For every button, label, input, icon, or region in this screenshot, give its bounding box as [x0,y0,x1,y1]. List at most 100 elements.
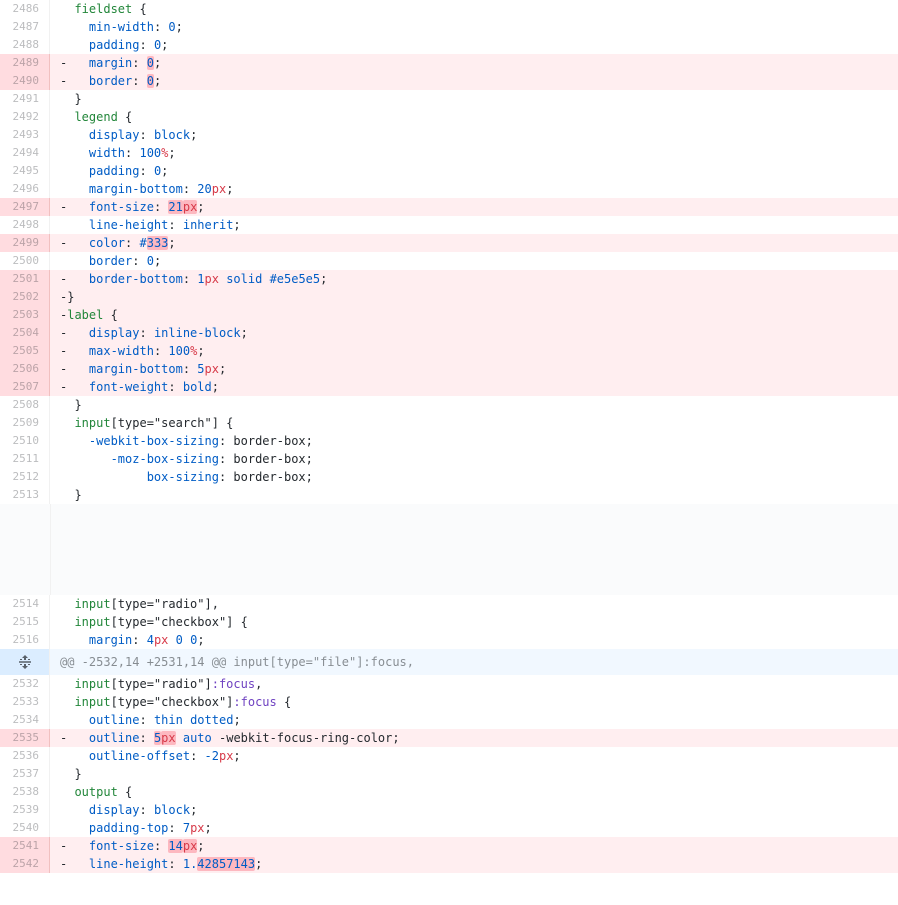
code-token: } [60,767,82,781]
code-content: padding: 0; [50,36,898,54]
code-content: - font-weight: bold; [50,378,898,396]
line-number[interactable]: 2510 [0,432,50,450]
line-number[interactable]: 2501 [0,270,50,288]
line-number[interactable]: 2492 [0,108,50,126]
line-number[interactable]: 2487 [0,18,50,36]
line-number[interactable]: 2509 [0,414,50,432]
line-number[interactable]: 2500 [0,252,50,270]
code-token: 100 [139,146,162,160]
diff-line-deleted: 2507- font-weight: bold; [0,378,898,396]
code-token: 1 [197,272,205,286]
line-number[interactable]: 2514 [0,595,50,613]
line-number[interactable]: 2542 [0,855,50,873]
line-number[interactable]: 2499 [0,234,50,252]
line-number[interactable]: 2496 [0,180,50,198]
code-token: - [60,200,75,214]
line-number[interactable]: 2495 [0,162,50,180]
code-token: - [60,362,75,376]
line-number[interactable]: 2505 [0,342,50,360]
line-number[interactable]: 2538 [0,783,50,801]
code-token: - [60,272,75,286]
code-token: padding [88,38,140,52]
code-token: ; [233,218,241,232]
line-number[interactable]: 2506 [0,360,50,378]
line-number[interactable]: 2494 [0,144,50,162]
code-content: padding: 0; [50,162,898,180]
line-number[interactable]: 2507 [0,378,50,396]
line-number[interactable]: 2534 [0,711,50,729]
line-number[interactable]: 2537 [0,765,50,783]
code-token: output [74,785,118,799]
code-token: 0 [146,56,154,70]
code-token: block [153,803,191,817]
line-number[interactable]: 2508 [0,396,50,414]
line-number[interactable]: 2512 [0,468,50,486]
code-content: outline: thin dotted; [50,711,898,729]
line-number[interactable]: 2540 [0,819,50,837]
code-token: - [60,56,75,70]
line-number[interactable]: 2502 [0,288,50,306]
unfold-icon[interactable] [0,649,50,675]
code-content: -moz-box-sizing: border-box; [50,450,898,468]
code-token: :focus [211,677,256,691]
code-token: - [60,326,75,340]
code-content: display: block; [50,801,898,819]
line-number[interactable]: 2511 [0,450,50,468]
code-token: ; [240,326,248,340]
diff-line: 2508 } [0,396,898,414]
line-number[interactable]: 2516 [0,631,50,649]
code-token: width [88,146,126,160]
code-content: } [50,486,898,504]
line-number[interactable]: 2533 [0,693,50,711]
line-number[interactable]: 2489 [0,54,50,72]
diff-line: 2514 input[type="radio"], [0,595,898,613]
diff-line-deleted: 2535- outline: 5px auto -webkit-focus-ri… [0,729,898,747]
diff-line: 2495 padding: 0; [0,162,898,180]
diff-line: 2513 } [0,486,898,504]
line-number[interactable]: 2515 [0,613,50,631]
line-number[interactable]: 2541 [0,837,50,855]
code-token: 14 [168,839,183,853]
diff-view: 2486 fieldset {2487 min-width: 0; 2488 pa… [0,0,898,873]
code-token: : [132,56,147,70]
code-token: : border-box; [218,470,313,484]
code-token: 1. [182,857,198,871]
line-number[interactable]: 2497 [0,198,50,216]
code-token: - [60,857,75,871]
code-content: - font-size: 21px; [50,198,898,216]
code-token: dotted [190,713,234,727]
code-token: : [182,272,198,286]
line-number[interactable]: 2498 [0,216,50,234]
code-token: ; [161,38,169,52]
line-number[interactable]: 2493 [0,126,50,144]
line-number[interactable]: 2486 [0,0,50,18]
code-token: inherit [182,218,234,232]
line-number[interactable]: 2536 [0,747,50,765]
code-content: margin-bottom: 20px; [50,180,898,198]
line-number[interactable]: 2504 [0,324,50,342]
code-content: } [50,90,898,108]
code-content: legend { [50,108,898,126]
line-number[interactable]: 2535 [0,729,50,747]
code-token: : [168,857,183,871]
code-token: ; [255,857,263,871]
code-token: ; [211,380,219,394]
line-number[interactable]: 2503 [0,306,50,324]
line-number[interactable]: 2491 [0,90,50,108]
code-content: width: 100%; [50,144,898,162]
line-number[interactable]: 2488 [0,36,50,54]
line-number[interactable]: 2513 [0,486,50,504]
line-number[interactable]: 2490 [0,72,50,90]
line-number[interactable]: 2532 [0,675,50,693]
line-number[interactable]: 2539 [0,801,50,819]
code-token: 5 [197,362,205,376]
